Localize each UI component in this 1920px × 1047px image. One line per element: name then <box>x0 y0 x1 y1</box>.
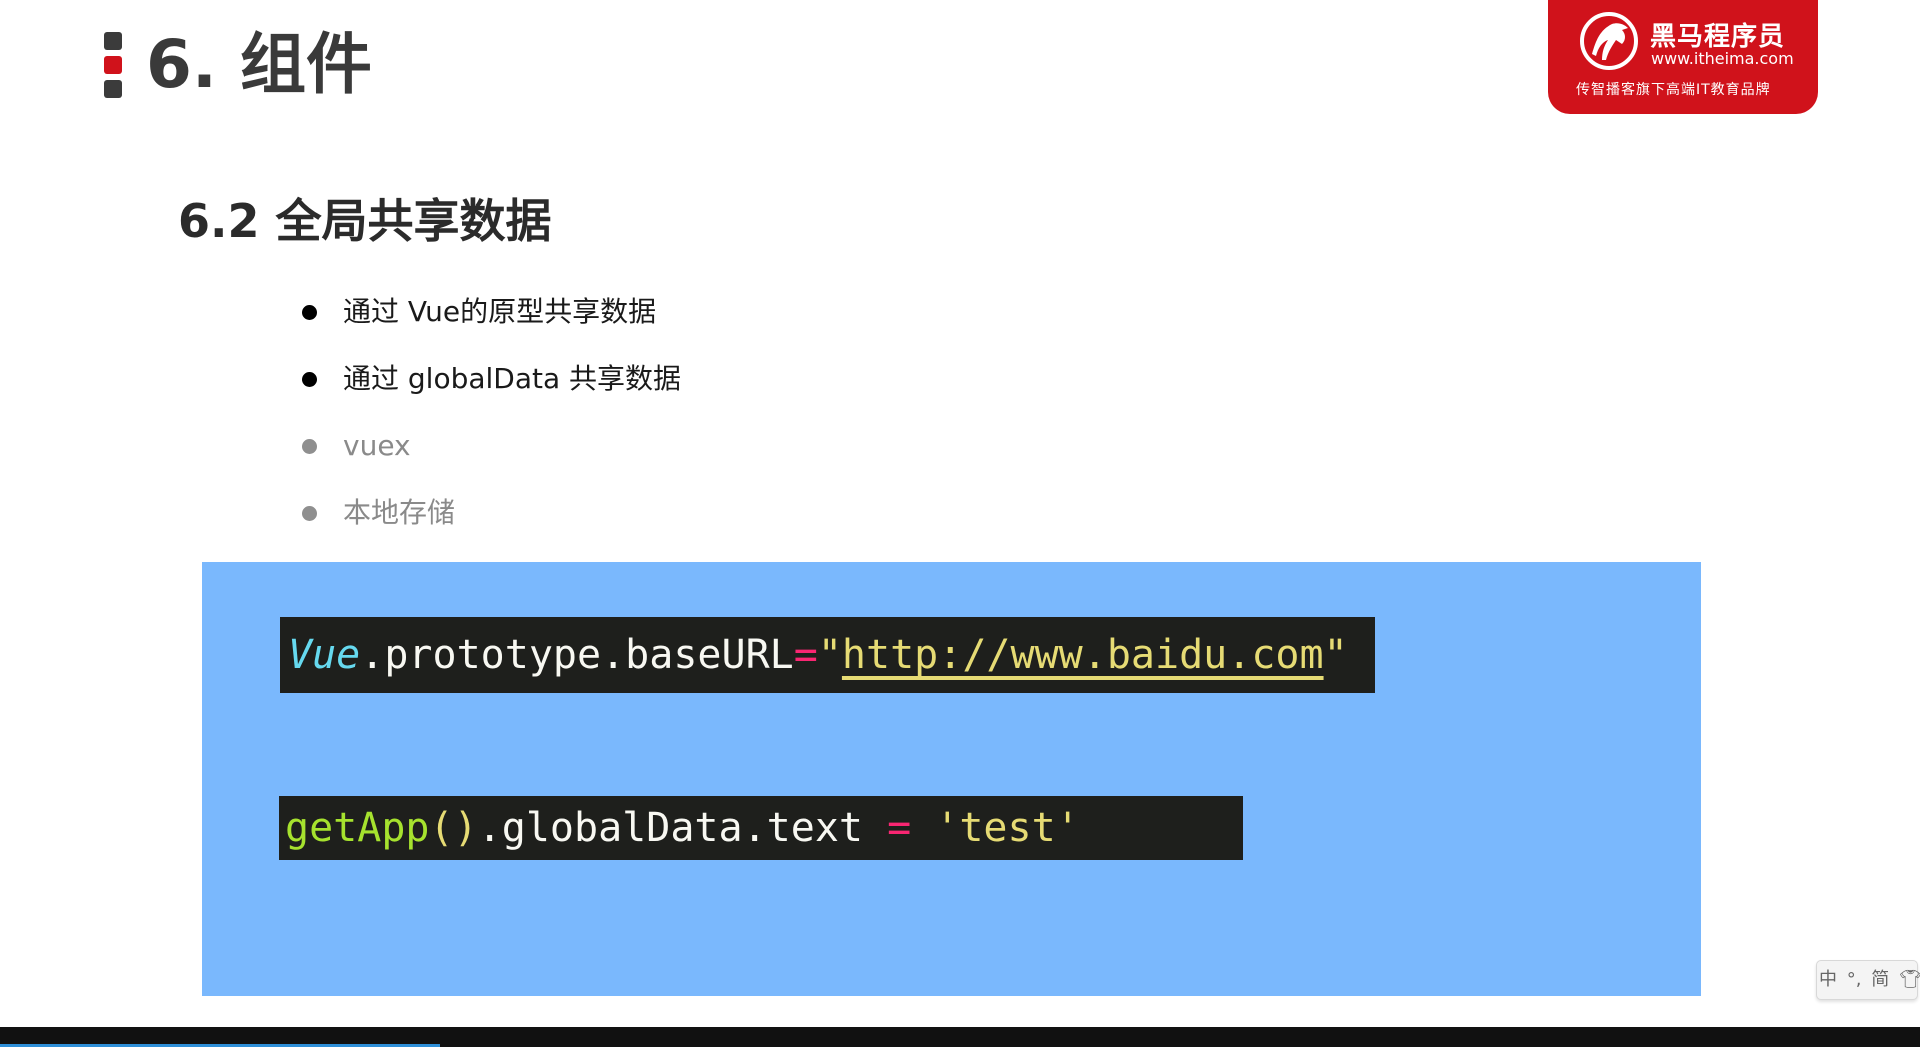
horse-logo-icon <box>1580 12 1638 70</box>
slide-title: 6. 组件 <box>146 26 372 103</box>
ime-simplified-toggle[interactable]: 简 <box>1871 969 1889 990</box>
code-example-panel: Vue.prototype.baseURL="http://www.baidu.… <box>202 562 1701 996</box>
bullet-dot-icon <box>302 506 317 521</box>
brand-slogan: 传智播客旗下高端IT教育品牌 <box>1576 82 1771 98</box>
bullet-dot-icon <box>302 439 317 454</box>
code-token-quote: " <box>817 632 842 678</box>
bullet-text: 通过 Vue的原型共享数据 <box>343 295 657 328</box>
bullet-text: vuex <box>343 429 411 462</box>
shirt-icon[interactable]: 👕︎ <box>1899 969 1920 990</box>
bullet-text: 通过 globalData 共享数据 <box>343 362 682 395</box>
bullet-dot-icon <box>302 372 317 387</box>
code-token-quote: " <box>1323 632 1348 678</box>
brand-logo: 黑马程序员 www.itheima.com 传智播客旗下高端IT教育品牌 <box>1548 0 1818 114</box>
code-token-url: http://www.baidu.com <box>841 632 1324 678</box>
marker-segment <box>104 80 122 98</box>
section-title: 6.2 全局共享数据 <box>178 194 552 248</box>
code-snippet-globaldata: getApp().globalData.text = 'test' <box>279 796 1243 860</box>
code-token-member: .prototype.baseURL <box>360 632 794 678</box>
bullet-list: 通过 Vue的原型共享数据 通过 globalData 共享数据 vuex 本地… <box>300 286 681 554</box>
code-snippet-prototype: Vue.prototype.baseURL="http://www.baidu.… <box>280 617 1375 693</box>
bullet-item: 本地存储 <box>300 487 681 554</box>
bullet-item: 通过 globalData 共享数据 <box>300 353 681 420</box>
bullet-text: 本地存储 <box>343 496 456 529</box>
code-token-string: 'test' <box>911 805 1080 851</box>
bullet-item: vuex <box>300 420 681 487</box>
brand-name: 黑马程序员 <box>1650 22 1786 52</box>
ime-punctuation-toggle[interactable]: °, <box>1847 969 1862 990</box>
code-token-operator: = <box>793 632 818 678</box>
code-token-operator: = <box>887 805 912 851</box>
code-token-parens: () <box>429 805 478 851</box>
marker-segment-accent <box>104 56 122 74</box>
title-marker-icon <box>104 32 122 98</box>
ime-language-toggle[interactable]: 中 <box>1819 969 1837 990</box>
brand-url: www.itheima.com <box>1651 49 1794 68</box>
code-token-class: Vue <box>288 632 361 678</box>
bullet-item: 通过 Vue的原型共享数据 <box>300 286 681 353</box>
bullet-dot-icon <box>302 305 317 320</box>
ime-toolbar[interactable]: 中 °, 简 👕︎ <box>1816 960 1920 1000</box>
code-token-member: .globalData.text <box>477 805 888 851</box>
code-token-function: getApp <box>285 805 430 851</box>
marker-segment <box>104 32 122 50</box>
slide-page: 6. 组件 黑马程序员 www.itheima.com 传智播客旗下高端IT教育… <box>0 0 1920 1047</box>
